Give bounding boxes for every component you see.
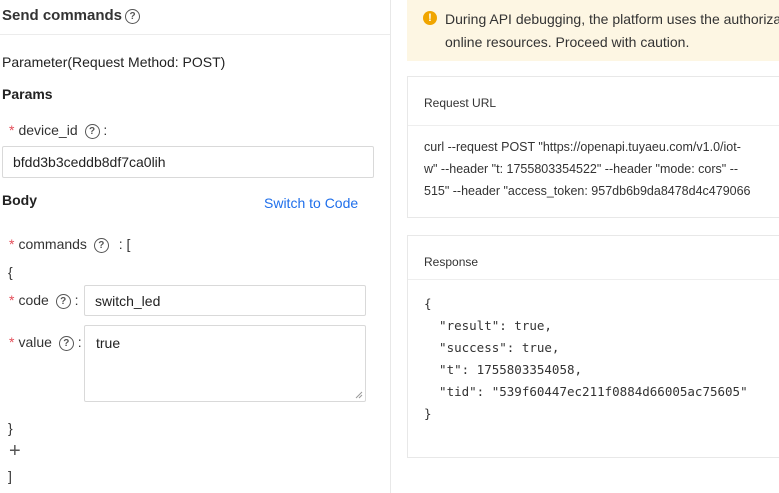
curl-line: 515" --header "access_token: 957db6b9da8… xyxy=(424,184,751,198)
response-title: Response xyxy=(424,255,479,269)
card-divider xyxy=(408,125,779,126)
required-mark: * xyxy=(9,334,15,350)
warning-icon: ! xyxy=(423,11,437,25)
device-id-label-row: * device_id ? : xyxy=(9,122,107,139)
left-panel: Send commands? Parameter(Request Method:… xyxy=(0,0,390,493)
commands-label-row: * commands ? : [ xyxy=(9,236,130,253)
params-heading: Params xyxy=(2,86,53,102)
code-colon: : xyxy=(74,292,79,308)
question-circle-icon[interactable]: ? xyxy=(55,294,71,309)
required-mark: * xyxy=(9,236,15,252)
commands-label: commands xyxy=(18,236,87,252)
request-url-card: Request URL curl --request POST "https:/… xyxy=(407,76,779,218)
page-title: Send commands xyxy=(2,7,123,24)
curl-line: w" --header "t: 1755803354522" --header … xyxy=(424,162,739,176)
parameter-heading: Parameter(Request Method: POST) xyxy=(2,54,226,70)
notice-line-1: During API debugging, the platform uses … xyxy=(445,11,779,27)
panel-divider xyxy=(390,0,391,493)
notice-text: During API debugging, the platform uses … xyxy=(445,8,779,54)
value-label-row: * value ? : xyxy=(9,334,82,351)
question-circle-icon[interactable]: ? xyxy=(84,124,100,139)
question-circle-icon[interactable]: ? xyxy=(125,9,141,24)
value-label: value xyxy=(18,334,52,350)
curl-line: curl --request POST "https://openapi.tuy… xyxy=(424,140,741,154)
response-json: { "result": true, "success": true, "t": … xyxy=(424,296,748,421)
close-bracket: ] xyxy=(8,468,12,484)
open-brace: { xyxy=(8,264,13,280)
warning-notice: ! During API debugging, the platform use… xyxy=(407,0,779,61)
code-label: code xyxy=(18,292,49,308)
question-circle-icon[interactable]: ? xyxy=(93,238,109,253)
code-label-row: * code ? : xyxy=(9,292,78,309)
plus-icon[interactable]: + xyxy=(9,441,21,461)
required-mark: * xyxy=(9,292,15,308)
device-id-label: device_id xyxy=(18,122,78,138)
code-value: switch_led xyxy=(95,292,161,309)
card-divider xyxy=(408,279,779,280)
value-textarea[interactable]: true xyxy=(84,325,366,402)
header-divider xyxy=(0,34,390,35)
value-text: true xyxy=(96,335,121,351)
device-id-input[interactable]: bfdd3b3ceddb8df7ca0lih xyxy=(2,146,374,178)
request-url-title: Request URL xyxy=(424,96,497,110)
device-id-value: bfdd3b3ceddb8df7ca0lih xyxy=(13,154,166,170)
close-brace: } xyxy=(8,420,13,436)
device-id-colon: : xyxy=(103,122,108,138)
resize-grip-icon[interactable] xyxy=(355,391,363,399)
commands-bracket: : [ xyxy=(118,236,131,252)
panel-header: Send commands? xyxy=(2,7,141,24)
response-card: Response { "result": true, "success": tr… xyxy=(407,235,779,458)
required-mark: * xyxy=(9,122,15,138)
code-input[interactable]: switch_led xyxy=(84,285,366,316)
value-colon: : xyxy=(77,334,82,350)
notice-line-2: online resources. Proceed with caution. xyxy=(445,34,690,50)
switch-to-code-link[interactable]: Switch to Code xyxy=(264,195,358,211)
question-circle-icon[interactable]: ? xyxy=(58,336,74,351)
body-heading: Body xyxy=(2,192,37,208)
